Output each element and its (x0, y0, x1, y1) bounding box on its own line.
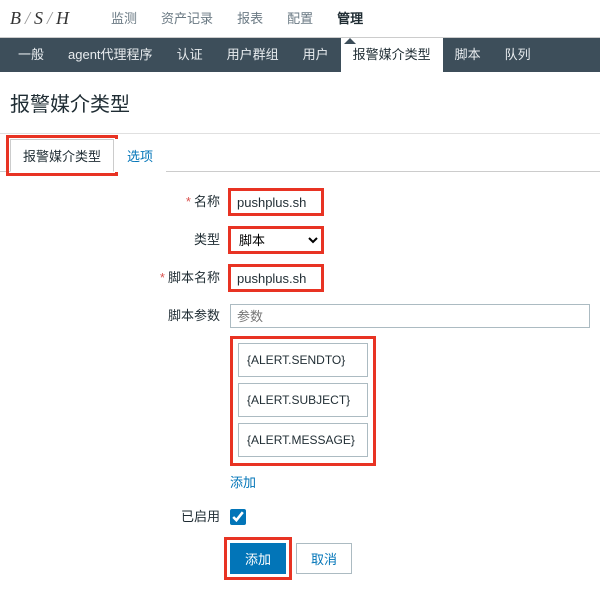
label-name: *名称 (10, 190, 230, 214)
row-script-params: 脚本参数 添加 (10, 304, 590, 491)
brand-slash: / (25, 8, 32, 28)
row-enabled: 已启用 (10, 505, 590, 529)
name-input[interactable] (230, 190, 322, 214)
label-type: 类型 (10, 228, 230, 252)
script-name-input[interactable] (230, 266, 322, 290)
tab-row: 报警媒介类型 选项 (0, 134, 600, 172)
subnav-scripts[interactable]: 脚本 (443, 38, 493, 72)
row-script-name: *脚本名称 (10, 266, 590, 290)
topnav-reports[interactable]: 报表 (225, 0, 275, 38)
param-input-0[interactable] (238, 343, 368, 377)
brand-logo: B/S/H (10, 8, 71, 29)
required-star: * (186, 194, 191, 209)
param-list-highlight (230, 336, 376, 466)
submit-button[interactable]: 添加 (230, 543, 286, 574)
cancel-button[interactable]: 取消 (296, 543, 352, 574)
row-type: 类型 脚本 (10, 228, 590, 252)
label-script-params: 脚本参数 (10, 304, 230, 328)
add-param-link[interactable]: 添加 (230, 475, 256, 490)
brand-slash: / (47, 8, 54, 28)
topnav-administration[interactable]: 管理 (325, 0, 375, 38)
subnav-general[interactable]: 一般 (6, 38, 56, 72)
label-enabled: 已启用 (10, 505, 230, 529)
brand-h: H (56, 8, 71, 28)
top-nav: 监测 资产记录 报表 配置 管理 (99, 0, 375, 37)
sub-nav: 一般 agent代理程序 认证 用户群组 用户 报警媒介类型 脚本 队列 (0, 38, 600, 72)
subnav-user-groups[interactable]: 用户群组 (215, 38, 291, 72)
page-title: 报警媒介类型 (0, 72, 600, 123)
subnav-authentication[interactable]: 认证 (165, 38, 215, 72)
subnav-queue[interactable]: 队列 (493, 38, 543, 72)
param-input-2[interactable] (238, 423, 368, 457)
row-name: *名称 (10, 190, 590, 214)
top-header: B/S/H 监测 资产记录 报表 配置 管理 (0, 0, 600, 38)
brand-b: B (10, 8, 23, 28)
brand-s: S (34, 8, 45, 28)
tab-media-types[interactable]: 报警媒介类型 (10, 139, 114, 172)
type-select[interactable]: 脚本 (230, 228, 322, 252)
label-script-name: *脚本名称 (10, 266, 230, 290)
topnav-inventory[interactable]: 资产记录 (149, 0, 225, 38)
required-star: * (160, 270, 165, 285)
subnav-users[interactable]: 用户 (291, 38, 341, 72)
topnav-configuration[interactable]: 配置 (275, 0, 325, 38)
param-input-1[interactable] (238, 383, 368, 417)
topnav-monitoring[interactable]: 监测 (99, 0, 149, 38)
tab-options[interactable]: 选项 (114, 139, 166, 172)
param-new-input[interactable] (230, 304, 590, 328)
enabled-checkbox[interactable] (230, 509, 246, 525)
media-type-form: *名称 类型 脚本 *脚本名称 脚本参数 添加 (0, 190, 600, 594)
subnav-proxies[interactable]: agent代理程序 (56, 38, 165, 72)
button-row: 添加 取消 (230, 543, 590, 574)
